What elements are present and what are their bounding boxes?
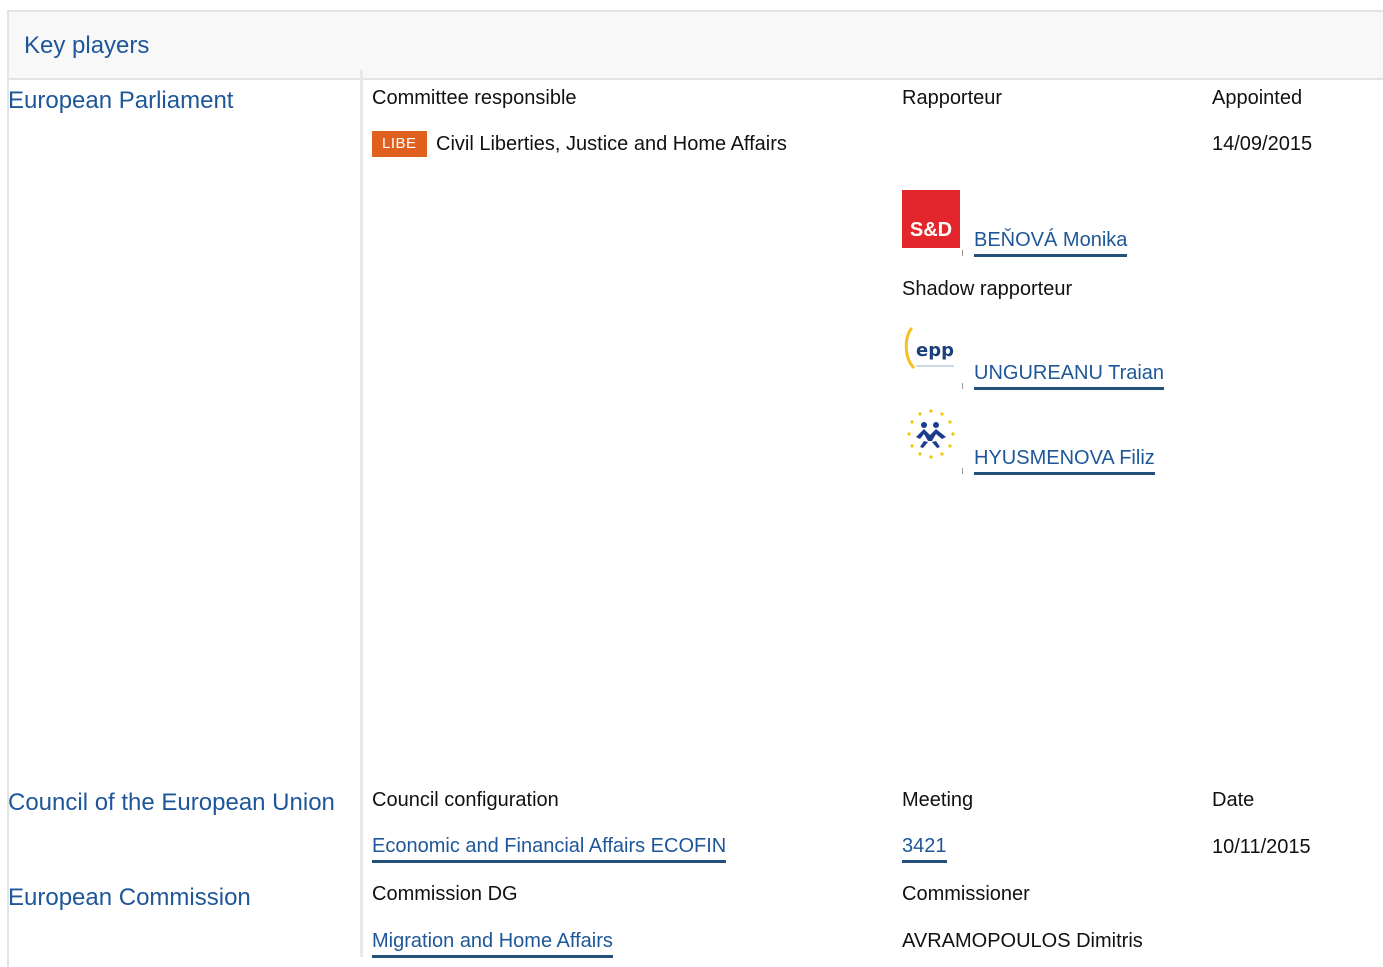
epp-logo-icon: epp xyxy=(902,322,960,380)
key-players-title: Key players xyxy=(24,32,150,59)
col-header-date: Date xyxy=(1212,789,1255,811)
rapporteur-link[interactable]: BEŇOVÁ Monika xyxy=(974,229,1128,257)
logo-separator xyxy=(962,250,963,256)
sd-logo-text: S&D xyxy=(902,190,960,248)
col-header-meeting: Meeting xyxy=(902,789,974,811)
column-divider xyxy=(360,70,363,957)
meeting-link[interactable]: 3421 xyxy=(902,835,947,863)
logo-separator xyxy=(962,383,963,389)
section-title-parliament: European Parliament xyxy=(8,87,234,114)
alde-group-logo xyxy=(902,407,960,465)
col-header-appointed: Appointed xyxy=(1212,87,1303,109)
col-header-rapporteur: Rapporteur xyxy=(902,87,1003,109)
committee-badge-libe: LIBE xyxy=(372,131,427,157)
shadow-rapporteur-link-1[interactable]: UNGUREANU Traian xyxy=(974,362,1165,390)
col-header-council-configuration: Council configuration xyxy=(372,789,559,811)
section-title-council: Council of the European Union xyxy=(8,789,335,816)
key-players-header: Key players xyxy=(9,12,1383,80)
alde-stars-logo-icon xyxy=(902,407,960,465)
section-title-commission: European Commission xyxy=(8,884,251,911)
sd-group-logo: S&D xyxy=(902,190,960,248)
col-header-committee: Committee responsible xyxy=(372,87,577,109)
shadow-rapporteur-label: Shadow rapporteur xyxy=(902,278,1073,300)
appointed-date: 14/09/2015 xyxy=(1212,133,1313,155)
shadow-rapporteur-link-2[interactable]: HYUSMENOVA Filiz xyxy=(974,447,1155,475)
committee-name: Civil Liberties, Justice and Home Affair… xyxy=(436,133,787,155)
council-date: 10/11/2015 xyxy=(1212,836,1311,858)
col-header-commissioner: Commissioner xyxy=(902,883,1030,905)
commissioner-name: AVRAMOPOULOS Dimitris xyxy=(902,930,1143,952)
logo-separator xyxy=(962,468,963,474)
council-configuration-link[interactable]: Economic and Financial Affairs ECOFIN xyxy=(372,835,727,863)
epp-group-logo: epp xyxy=(902,322,960,380)
commission-dg-link[interactable]: Migration and Home Affairs xyxy=(372,930,613,958)
svg-text:epp: epp xyxy=(916,340,954,361)
col-header-commission-dg: Commission DG xyxy=(372,883,518,905)
